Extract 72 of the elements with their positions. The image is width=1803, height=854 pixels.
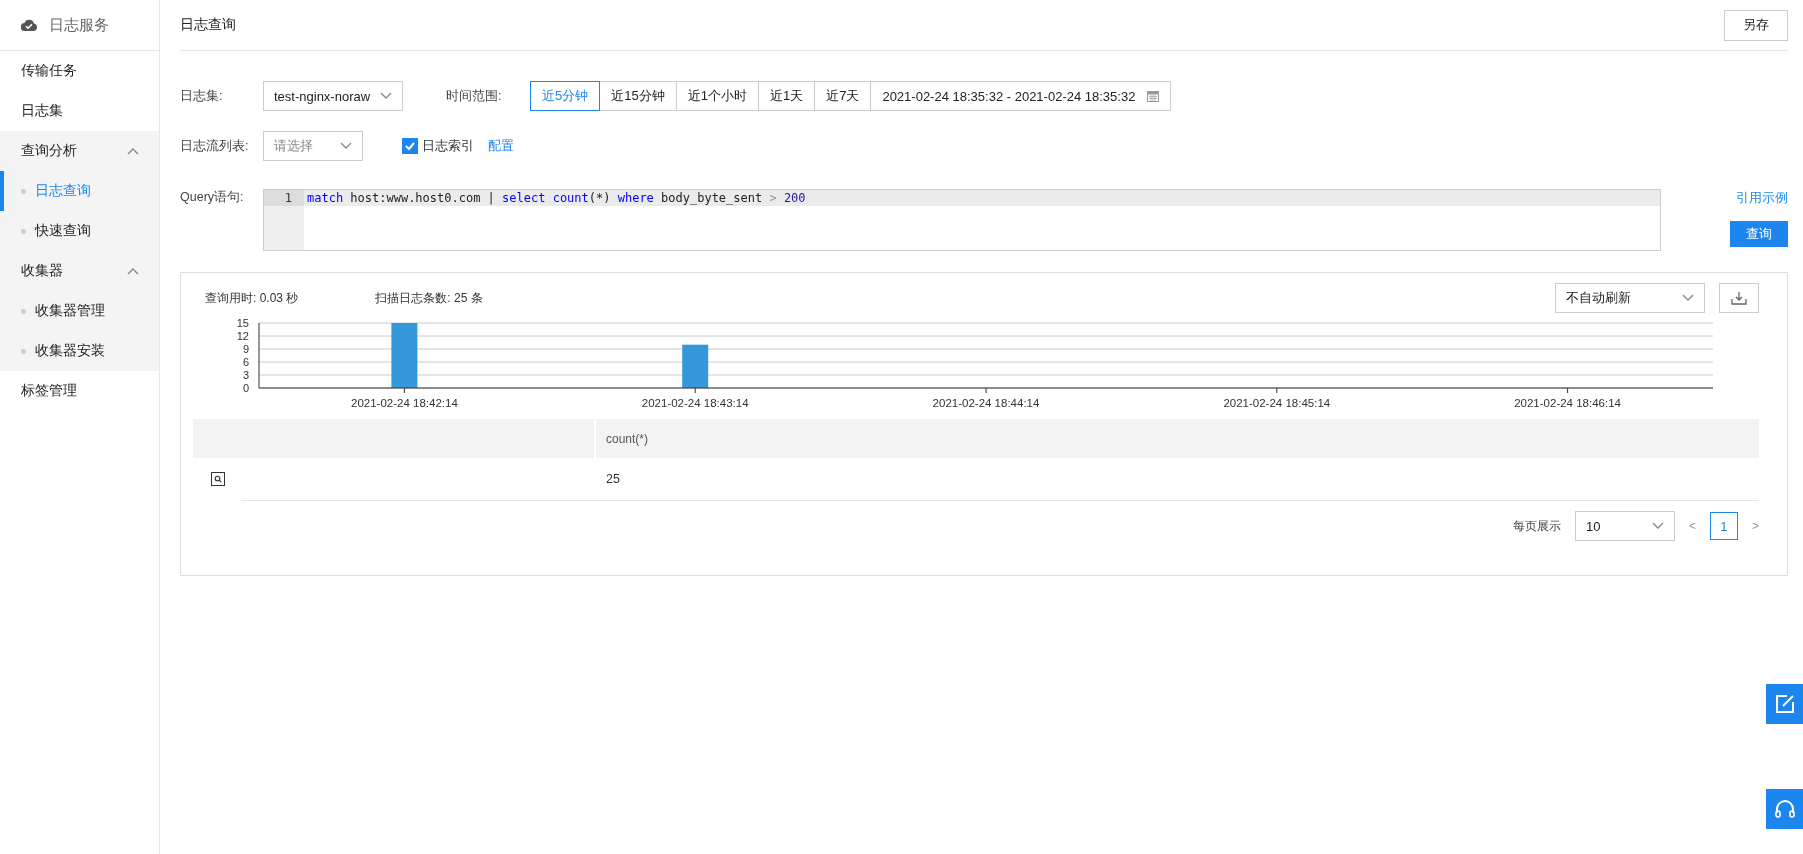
x-tick-label: 2021-02-24 18:44:14: [932, 397, 1040, 409]
calendar-icon: [1147, 90, 1160, 102]
field-label: 时间范围:: [446, 87, 503, 105]
per-page-label: 每页展示: [1512, 517, 1561, 535]
chevron-down-icon: [1651, 522, 1664, 530]
y-tick-label: 0: [242, 382, 249, 394]
query-editor[interactable]: 1 match host:www.host0.com | select count(*) where body_byte_sent > 200: [263, 189, 1661, 251]
service-title: 日志服务: [49, 15, 109, 35]
y-tick-label: 6: [242, 356, 249, 368]
sidebar-subitem[interactable]: 日志查询: [0, 171, 159, 211]
x-tick-label: 2021-02-24 18:42:14: [351, 397, 458, 409]
field-label: 日志流列表:: [180, 137, 250, 155]
sidebar-item[interactable]: 标签管理: [0, 371, 159, 411]
sidebar-item[interactable]: 日志集: [0, 91, 159, 131]
line-number: 1: [264, 190, 304, 206]
chevron-down-icon: [380, 92, 392, 100]
date-range-field[interactable]: 2021-02-24 18:35:32 - 2021-02-24 18:35:32: [870, 81, 1172, 111]
query-button[interactable]: 查询: [1730, 221, 1788, 247]
bar: [391, 323, 418, 388]
bar: [682, 344, 709, 388]
chevron-down-icon: [1682, 294, 1694, 302]
column-header: count(*): [606, 431, 649, 446]
y-tick-label: 15: [236, 317, 249, 329]
y-tick-label: 9: [242, 343, 249, 355]
search-icon[interactable]: [211, 472, 225, 486]
chevron-down-icon: [340, 142, 352, 150]
time-range-tab[interactable]: 近1个小时: [675, 81, 759, 111]
feedback-button[interactable]: [1766, 684, 1803, 724]
time-range-tab[interactable]: 近15分钟: [599, 81, 677, 111]
config-link[interactable]: 配置: [488, 137, 514, 155]
sidebar-group[interactable]: 查询分析: [0, 131, 159, 171]
sidebar-group[interactable]: 收集器: [0, 251, 159, 291]
y-tick-label: 12: [236, 330, 249, 342]
support-button[interactable]: [1766, 789, 1803, 829]
sidebar-subitem[interactable]: 收集器安装: [0, 331, 159, 371]
save-as-button[interactable]: 另存: [1724, 9, 1788, 41]
cloud-check-icon: [21, 19, 37, 31]
sidebar-item[interactable]: 传输任务: [0, 51, 159, 91]
per-page-select[interactable]: 10: [1574, 511, 1675, 541]
sidebar-subitem[interactable]: 快速查询: [0, 211, 159, 251]
edit-icon: [1774, 694, 1795, 714]
x-tick: [1567, 387, 1569, 394]
headset-icon: [1773, 799, 1796, 819]
x-tick-label: 2021-02-24 18:45:14: [1223, 397, 1331, 409]
download-button[interactable]: [1719, 283, 1759, 313]
logset-select[interactable]: test-nginx-noraw: [263, 81, 403, 111]
page-title: 日志查询: [180, 16, 236, 34]
sidebar-subitem[interactable]: 收集器管理: [0, 291, 159, 331]
y-tick-label: 3: [242, 369, 249, 381]
elapsed-time: 查询用时: 0.03 秒: [205, 289, 299, 307]
chevron-icon: [127, 147, 139, 155]
example-link[interactable]: 引用示例: [1736, 190, 1788, 207]
time-range-tab[interactable]: 近7天: [814, 81, 872, 111]
x-tick: [694, 387, 696, 394]
time-range-tab[interactable]: 近1天: [757, 81, 816, 111]
download-icon: [1731, 291, 1747, 305]
checkbox-label: 日志索引: [422, 137, 474, 155]
field-label: Query语句:: [180, 189, 245, 206]
x-tick-label: 2021-02-24 18:46:14: [1514, 397, 1621, 409]
x-tick: [403, 387, 405, 394]
x-tick: [985, 387, 987, 394]
stream-select[interactable]: 请选择: [263, 131, 363, 161]
x-tick: [1276, 387, 1278, 394]
page-button[interactable]: 1: [1710, 512, 1738, 540]
x-tick-label: 2021-02-24 18:43:14: [641, 397, 749, 409]
field-label: 日志集:: [180, 87, 224, 105]
scanned-count: 扫描日志条数: 25 条: [375, 289, 483, 307]
checkbox[interactable]: [402, 138, 418, 154]
refresh-select[interactable]: 不自动刷新: [1555, 283, 1705, 313]
table-cell: 25: [606, 472, 620, 486]
time-range-tab[interactable]: 近5分钟: [530, 81, 601, 111]
chevron-icon: [127, 267, 139, 275]
